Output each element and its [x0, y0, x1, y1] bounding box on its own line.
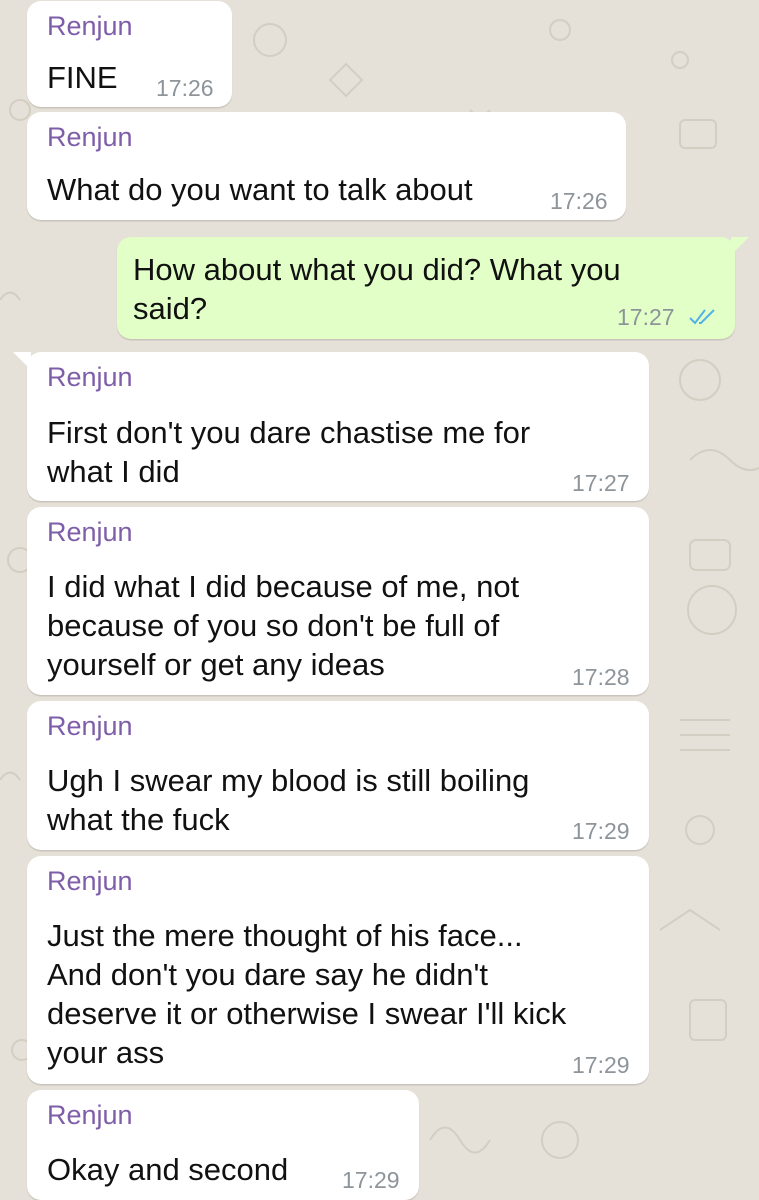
- message-bubble[interactable]: Renjun I did what I did because of me, n…: [27, 507, 649, 695]
- message-text: Ugh I swear my blood is still boiling wh…: [47, 761, 529, 839]
- double-check-read-icon: [689, 309, 715, 325]
- message-text: Okay and second: [47, 1150, 288, 1189]
- message-text: I did what I did because of me, not beca…: [47, 567, 519, 684]
- bubble-tail: [13, 352, 31, 370]
- message-time: 17:27: [617, 304, 675, 330]
- message-line: because of you so don't be full of: [47, 608, 500, 643]
- message-time: 17:29: [572, 1052, 630, 1078]
- message-line: And don't you dare say he didn't: [47, 957, 488, 992]
- sender-name: Renjun: [47, 362, 133, 392]
- message-line: deserve it or otherwise I swear I'll kic…: [47, 996, 567, 1031]
- message-text: Just the mere thought of his face... And…: [47, 916, 566, 1072]
- message-line: First don't you dare chastise me for: [47, 415, 531, 450]
- message-text: What do you want to talk about: [47, 170, 473, 209]
- message-time: 17:26: [550, 188, 608, 214]
- bubble-tail: [731, 237, 749, 255]
- sender-name: Renjun: [47, 517, 133, 547]
- message-line: I did what I did because of me, not: [47, 569, 520, 604]
- message-time: 17:29: [572, 818, 630, 844]
- message-line: What do you want to talk about: [47, 172, 473, 207]
- message-line: Just the mere thought of his face...: [47, 918, 523, 953]
- message-time: 17:27: [572, 470, 630, 496]
- message-line: your ass: [47, 1035, 165, 1070]
- message-line: Okay and second: [47, 1152, 289, 1187]
- sender-name: Renjun: [47, 1100, 133, 1130]
- message-line: what the fuck: [47, 802, 230, 837]
- message-text: First don't you dare chastise me for wha…: [47, 413, 530, 491]
- message-line: yourself or get any ideas: [47, 647, 385, 682]
- sender-name: Renjun: [47, 11, 133, 41]
- message-bubble[interactable]: Renjun Just the mere thought of his face…: [27, 856, 649, 1084]
- message-line: FINE: [47, 60, 118, 95]
- message-text: FINE: [47, 58, 118, 97]
- message-line: How about what you did? What you: [133, 252, 621, 287]
- message-line: what I did: [47, 454, 180, 489]
- message-bubble[interactable]: Renjun Ugh I swear my blood is still boi…: [27, 701, 649, 850]
- message-bubble[interactable]: Renjun What do you want to talk about 17…: [27, 112, 626, 220]
- message-time: 17:29: [342, 1167, 400, 1193]
- message-bubble[interactable]: Renjun Okay and second 17:29: [27, 1090, 419, 1200]
- message-time: 17:28: [572, 664, 630, 690]
- message-time: 17:26: [156, 75, 214, 101]
- message-bubble[interactable]: Renjun First don't you dare chastise me …: [13, 352, 649, 501]
- message-line: Ugh I swear my blood is still boiling: [47, 763, 530, 798]
- sender-name: Renjun: [47, 711, 133, 741]
- sender-name: Renjun: [47, 122, 133, 152]
- message-line: said?: [133, 291, 208, 326]
- message-bubble[interactable]: How about what you did? What you said? 1…: [117, 237, 749, 339]
- sender-name: Renjun: [47, 866, 133, 896]
- message-text: How about what you did? What you said?: [133, 250, 621, 328]
- message-bubble[interactable]: Renjun FINE 17:26: [27, 1, 232, 107]
